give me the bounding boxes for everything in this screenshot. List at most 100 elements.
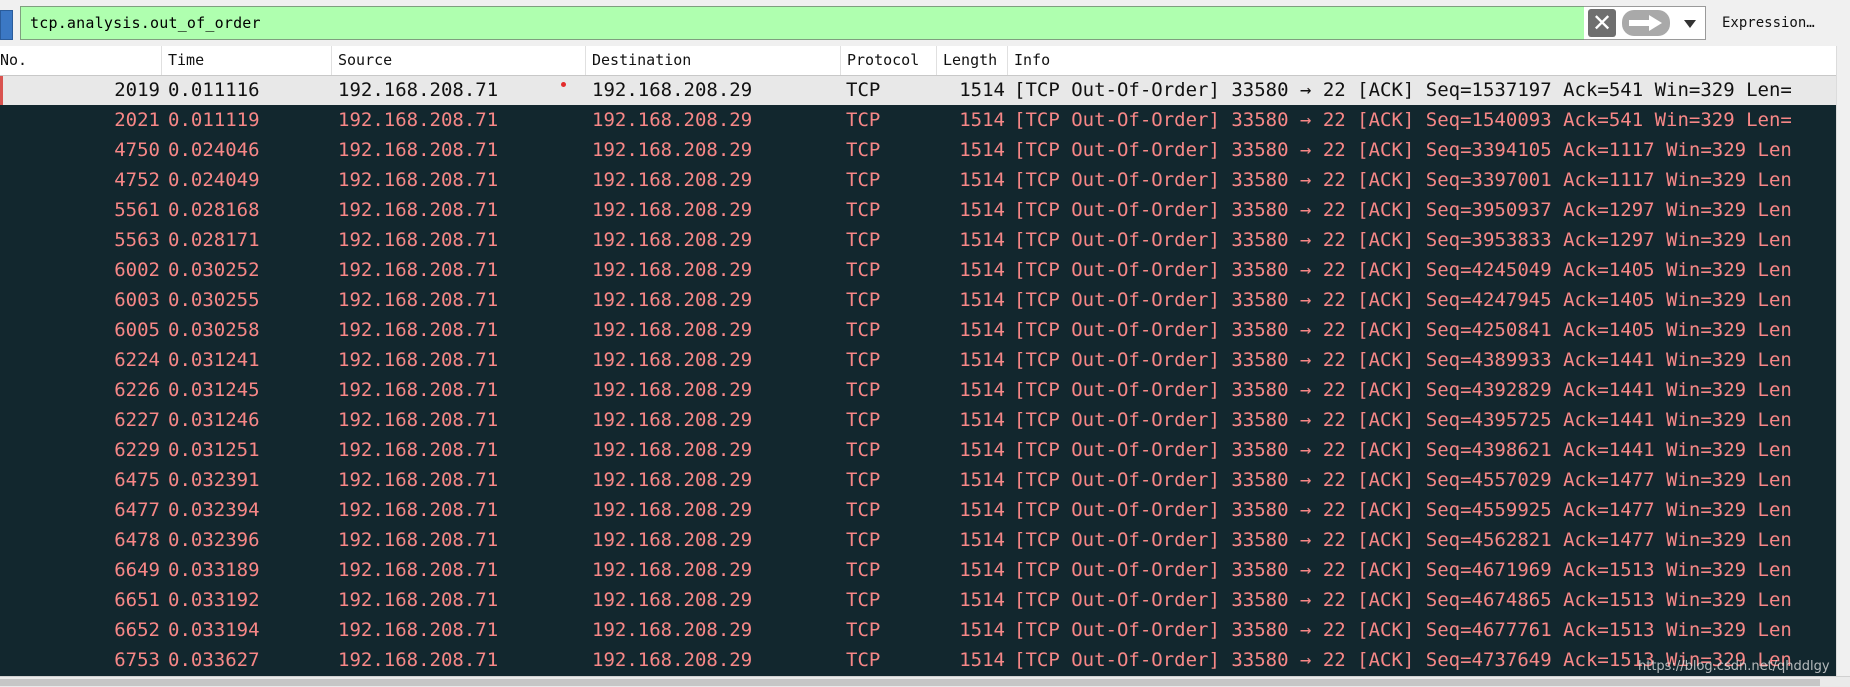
packet-source: 192.168.208.71: [338, 649, 499, 671]
packet-destination: 192.168.208.29: [592, 229, 753, 251]
packet-row[interactable]: 2021 0.011119 192.168.208.71 192.168.208.29…: [0, 105, 1836, 135]
packet-row[interactable]: 6753 0.033627 192.168.208.71 192.168.208.29…: [0, 645, 1836, 675]
packet-row[interactable]: 6478 0.032396 192.168.208.71 192.168.208.29…: [0, 525, 1836, 555]
column-header-info[interactable]: Info: [1008, 46, 1836, 75]
packet-no: 6475: [114, 469, 160, 491]
packet-info: [TCP Out-Of-Order] 33580 → 22 [ACK] Seq=…: [1014, 289, 1792, 311]
packet-protocol: TCP: [846, 79, 881, 101]
packet-info: [TCP Out-Of-Order] 33580 → 22 [ACK] Seq=…: [1014, 409, 1792, 431]
packet-info: [TCP Out-Of-Order] 33580 → 22 [ACK] Seq=…: [1014, 439, 1792, 461]
horizontal-scrollbar[interactable]: [0, 676, 1850, 687]
packet-info: [TCP Out-Of-Order] 33580 → 22 [ACK] Seq=…: [1014, 559, 1792, 581]
packet-row[interactable]: 5561 0.028168 192.168.208.71 192.168.208.29…: [0, 195, 1836, 225]
apply-filter-arrow-icon[interactable]: [1622, 10, 1670, 36]
packet-length: 1514: [959, 499, 1005, 521]
packet-row[interactable]: 6227 0.031246 192.168.208.71 192.168.208.29…: [0, 405, 1836, 435]
filter-history-chevron-down-icon[interactable]: [1674, 6, 1706, 40]
packet-protocol: TCP: [846, 589, 881, 611]
packet-destination: 192.168.208.29: [592, 349, 753, 371]
packet-protocol: TCP: [846, 259, 881, 281]
filter-bookmark-icon[interactable]: [0, 10, 13, 40]
display-filter-input[interactable]: tcp.analysis.out_of_order: [20, 6, 1588, 40]
column-header-source[interactable]: Source: [332, 46, 586, 75]
packet-time: 0.024046: [168, 139, 260, 161]
packet-no: 6227: [114, 409, 160, 431]
packet-destination: 192.168.208.29: [592, 169, 753, 191]
packet-no: 6224: [114, 349, 160, 371]
packet-time: 0.031246: [168, 409, 260, 431]
packet-row[interactable]: 6475 0.032391 192.168.208.71 192.168.208.29…: [0, 465, 1836, 495]
packet-row[interactable]: 6651 0.033192 192.168.208.71 192.168.208.29…: [0, 585, 1836, 615]
packet-destination: 192.168.208.29: [592, 79, 753, 101]
column-header-time[interactable]: Time: [162, 46, 332, 75]
packet-destination: 192.168.208.29: [592, 409, 753, 431]
packet-info: [TCP Out-Of-Order] 33580 → 22 [ACK] Seq=…: [1014, 349, 1792, 371]
packet-no: 5563: [114, 229, 160, 251]
packet-no: 6477: [114, 499, 160, 521]
packet-destination: 192.168.208.29: [592, 259, 753, 281]
packet-destination: 192.168.208.29: [592, 439, 753, 461]
packet-source: 192.168.208.71: [338, 79, 499, 101]
packet-row[interactable]: 6229 0.031251 192.168.208.71 192.168.208.29…: [0, 435, 1836, 465]
packet-length: 1514: [959, 229, 1005, 251]
column-header-protocol[interactable]: Protocol: [841, 46, 937, 75]
vertical-scrollbar[interactable]: [1836, 46, 1850, 676]
packet-info: [TCP Out-Of-Order] 33580 → 22 [ACK] Seq=…: [1014, 529, 1792, 551]
packet-no: 6002: [114, 259, 160, 281]
packet-no: 5561: [114, 199, 160, 221]
packet-length: 1514: [959, 289, 1005, 311]
packet-protocol: TCP: [846, 499, 881, 521]
packet-destination: 192.168.208.29: [592, 529, 753, 551]
packet-time: 0.028168: [168, 199, 260, 221]
packet-time: 0.033194: [168, 619, 260, 641]
packet-protocol: TCP: [846, 139, 881, 161]
packet-length: 1514: [959, 109, 1005, 131]
packet-info: [TCP Out-Of-Order] 33580 → 22 [ACK] Seq=…: [1014, 499, 1792, 521]
packet-no: 4752: [114, 169, 160, 191]
packet-source: 192.168.208.71: [338, 469, 499, 491]
packet-length: 1514: [959, 199, 1005, 221]
packet-destination: 192.168.208.29: [592, 619, 753, 641]
packet-row[interactable]: 6005 0.030258 192.168.208.71 192.168.208.29…: [0, 315, 1836, 345]
packet-row[interactable]: 5563 0.028171 192.168.208.71 192.168.208.29…: [0, 225, 1836, 255]
display-filter-toolbar: tcp.analysis.out_of_order ✕ Expression…: [0, 0, 1850, 46]
packet-row[interactable]: 4750 0.024046 192.168.208.71 192.168.208.29…: [0, 135, 1836, 165]
packet-length: 1514: [959, 169, 1005, 191]
packet-source: 192.168.208.71: [338, 229, 499, 251]
packet-length: 1514: [959, 349, 1005, 371]
packet-protocol: TCP: [846, 109, 881, 131]
packet-protocol: TCP: [846, 469, 881, 491]
packet-no: 2019: [114, 79, 160, 101]
packet-destination: 192.168.208.29: [592, 199, 753, 221]
packet-time: 0.032394: [168, 499, 260, 521]
packet-row[interactable]: 6226 0.031245 192.168.208.71 192.168.208.29…: [0, 375, 1836, 405]
packet-info: [TCP Out-Of-Order] 33580 → 22 [ACK] Seq=…: [1014, 169, 1792, 191]
packet-row[interactable]: 6652 0.033194 192.168.208.71 192.168.208.29…: [0, 615, 1836, 645]
clear-filter-icon[interactable]: ✕: [1588, 9, 1616, 37]
packet-row-selected[interactable]: 2019 0.011116 192.168.208.71 192.168.208.29…: [0, 76, 1836, 105]
column-header-length[interactable]: Length: [937, 46, 1008, 75]
horizontal-scrollbar-thumb[interactable]: [0, 679, 1820, 686]
packet-protocol: TCP: [846, 559, 881, 581]
packet-row[interactable]: 6003 0.030255 192.168.208.71 192.168.208.29…: [0, 285, 1836, 315]
packet-row[interactable]: 4752 0.024049 192.168.208.71 192.168.208.29…: [0, 165, 1836, 195]
packet-source: 192.168.208.71: [338, 379, 499, 401]
packet-source: 192.168.208.71: [338, 559, 499, 581]
packet-row[interactable]: 6224 0.031241 192.168.208.71 192.168.208.29…: [0, 345, 1836, 375]
packet-length: 1514: [959, 589, 1005, 611]
column-header-no[interactable]: No.: [0, 46, 162, 75]
packet-row[interactable]: 6649 0.033189 192.168.208.71 192.168.208.29…: [0, 555, 1836, 585]
packet-no: 2021: [114, 109, 160, 131]
expression-button[interactable]: Expression…: [1712, 6, 1850, 40]
packet-source: 192.168.208.71: [338, 109, 499, 131]
column-header-destination[interactable]: Destination: [586, 46, 841, 75]
packet-time: 0.033192: [168, 589, 260, 611]
packet-destination: 192.168.208.29: [592, 469, 753, 491]
packet-row[interactable]: 6477 0.032394 192.168.208.71 192.168.208.29…: [0, 495, 1836, 525]
packet-protocol: TCP: [846, 379, 881, 401]
packet-protocol: TCP: [846, 289, 881, 311]
packet-row[interactable]: 6002 0.030252 192.168.208.71 192.168.208.29…: [0, 255, 1836, 285]
packet-time: 0.032396: [168, 529, 260, 551]
packet-destination: 192.168.208.29: [592, 139, 753, 161]
packet-info: [TCP Out-Of-Order] 33580 → 22 [ACK] Seq=…: [1014, 229, 1792, 251]
